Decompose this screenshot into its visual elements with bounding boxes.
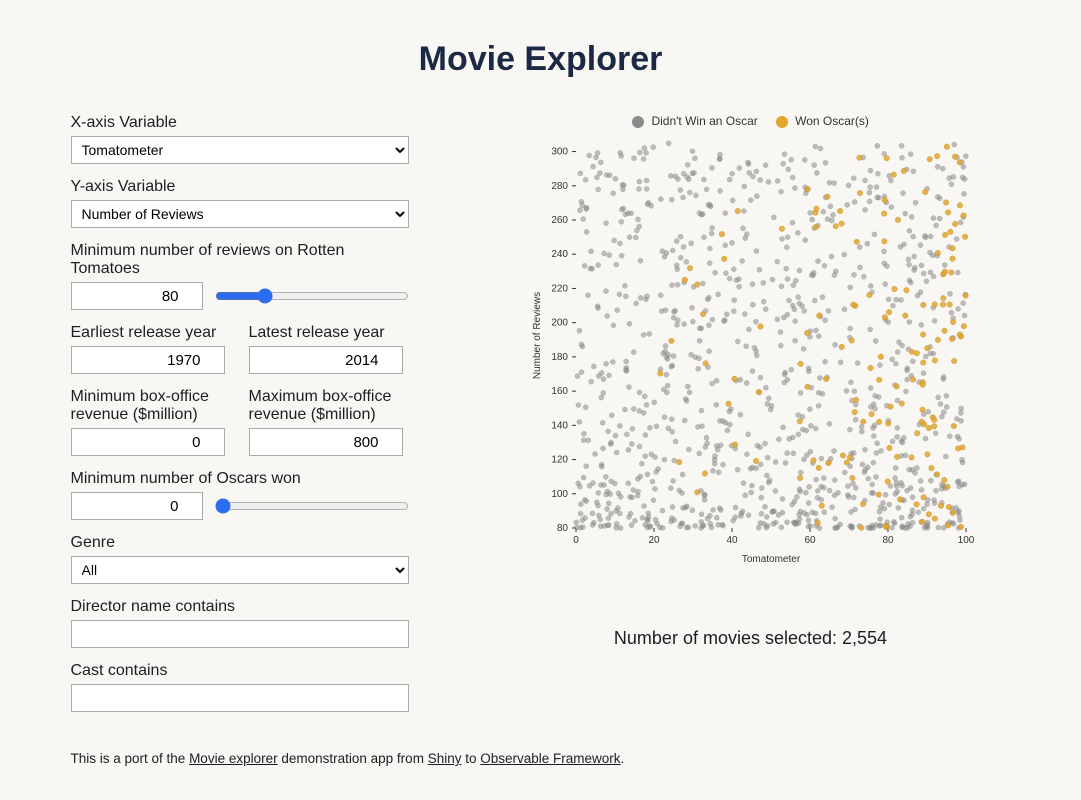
svg-text:20: 20 [648, 535, 660, 546]
svg-text:160: 160 [551, 386, 568, 397]
legend-item-no-oscar: Didn't Win an Oscar [632, 114, 758, 128]
cast-label: Cast contains [71, 662, 411, 680]
legend: Didn't Win an Oscar Won Oscar(s) [632, 114, 869, 128]
svg-text:100: 100 [957, 535, 974, 546]
control-panel: X-axis Variable Tomatometer Y-axis Varia… [41, 114, 411, 726]
latest-year-input[interactable] [249, 346, 403, 374]
min-reviews-label: Minimum number of reviews on Rotten Toma… [71, 242, 411, 278]
swatch-won-oscar-icon [776, 116, 788, 128]
svg-text:80: 80 [882, 535, 894, 546]
legend-item-won-oscar: Won Oscar(s) [776, 114, 869, 128]
min-box-label: Minimum box-office revenue ($million) [71, 388, 233, 424]
min-box-input[interactable] [71, 428, 225, 456]
director-label: Director name contains [71, 598, 411, 616]
earliest-year-label: Earliest release year [71, 324, 233, 342]
yaxis-select[interactable]: Number of Reviews [71, 200, 409, 228]
svg-text:0: 0 [573, 535, 579, 546]
svg-text:180: 180 [551, 352, 568, 363]
min-oscars-number[interactable] [71, 492, 203, 520]
latest-year-label: Latest release year [249, 324, 411, 342]
yaxis-label: Y-axis Variable [71, 178, 411, 196]
svg-text:220: 220 [551, 283, 568, 294]
svg-text:200: 200 [551, 318, 568, 329]
svg-text:140: 140 [551, 420, 568, 431]
director-input[interactable] [71, 620, 409, 648]
max-box-label: Maximum box-office revenue ($million) [249, 388, 411, 424]
min-oscars-label: Minimum number of Oscars won [71, 470, 411, 488]
svg-text:100: 100 [551, 489, 568, 500]
link-observable[interactable]: Observable Framework [480, 751, 620, 766]
earliest-year-input[interactable] [71, 346, 225, 374]
svg-text:40: 40 [726, 535, 738, 546]
link-movie-explorer[interactable]: Movie explorer [189, 751, 278, 766]
xaxis-select[interactable]: Tomatometer [71, 136, 409, 164]
scatter-plot[interactable]: 0 20 40 60 80 100 80 100 120 140 160 180 200 220 240 26… [526, 138, 976, 573]
svg-text:300: 300 [551, 147, 568, 158]
svg-text:80: 80 [556, 523, 568, 534]
page-title: Movie Explorer [41, 40, 1041, 79]
svg-text:240: 240 [551, 249, 568, 260]
genre-select[interactable]: All [71, 556, 409, 584]
svg-text:60: 60 [804, 535, 816, 546]
status-count: Number of movies selected: 2,554 [614, 628, 887, 649]
cast-input[interactable] [71, 684, 409, 712]
min-reviews-number[interactable] [71, 282, 203, 310]
xaxis-label: X-axis Variable [71, 114, 411, 132]
svg-text:280: 280 [551, 181, 568, 192]
svg-text:Number of Reviews: Number of Reviews [532, 292, 543, 379]
svg-text:Tomatometer: Tomatometer [741, 554, 800, 565]
footnote: This is a port of the Movie explorer dem… [41, 751, 1041, 766]
min-reviews-slider[interactable] [215, 288, 409, 304]
max-box-input[interactable] [249, 428, 403, 456]
svg-text:260: 260 [551, 215, 568, 226]
genre-label: Genre [71, 534, 411, 552]
link-shiny[interactable]: Shiny [428, 751, 462, 766]
svg-text:120: 120 [551, 455, 568, 466]
swatch-no-oscar-icon [632, 116, 644, 128]
min-oscars-slider[interactable] [215, 498, 409, 514]
